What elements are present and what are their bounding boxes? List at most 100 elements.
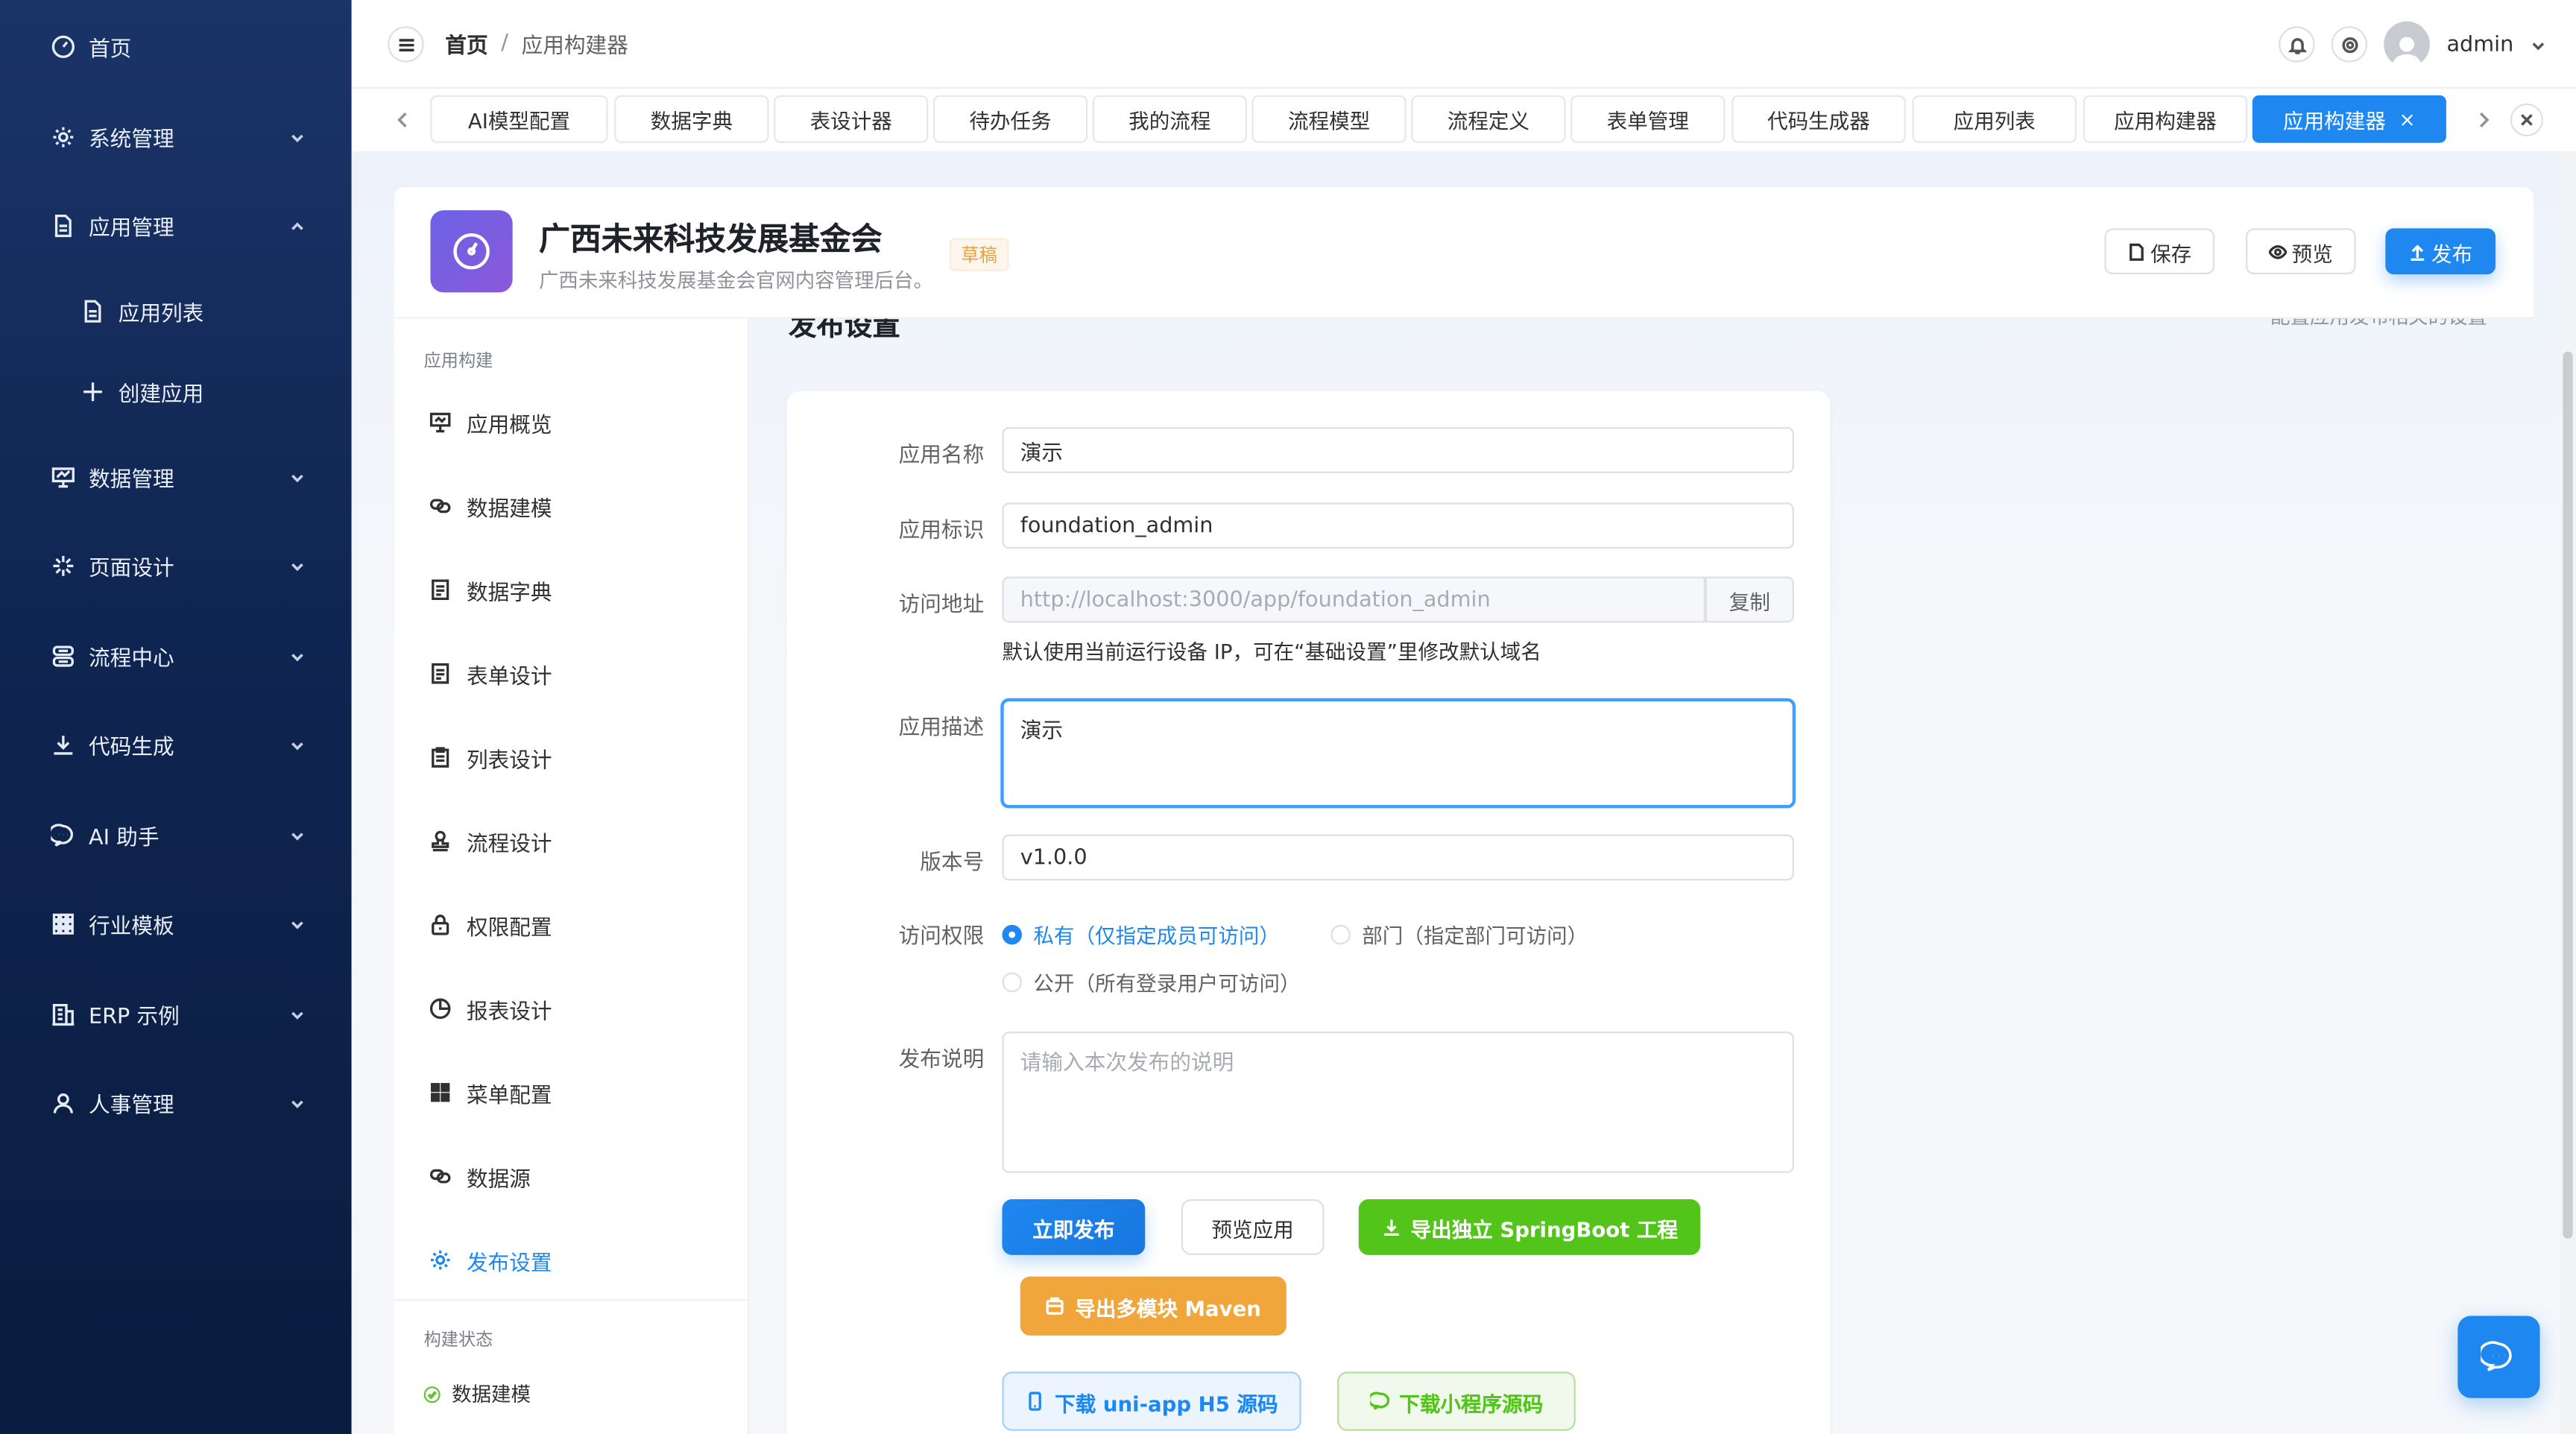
doc-list-icon: [427, 660, 453, 686]
sidebar-item-label: 应用管理: [89, 215, 174, 241]
notification-button[interactable]: [2279, 26, 2316, 63]
settings-button[interactable]: [2332, 26, 2368, 63]
access-permission-label: 访问权限: [898, 924, 985, 950]
sidebar-item-flow-center[interactable]: 流程中心: [0, 619, 352, 692]
tab-code-generator[interactable]: 代码生成器: [1731, 95, 1906, 143]
tab-scroll-left-button[interactable]: [389, 105, 415, 135]
builder-nav-label: 列表设计: [466, 748, 552, 774]
menu-toggle-button[interactable]: [388, 26, 424, 63]
radio-indicator: [1002, 923, 1022, 944]
tab-flow-definitions[interactable]: 流程定义: [1411, 95, 1566, 143]
package-icon: [1046, 1297, 1064, 1315]
sidebar-item-app-list[interactable]: 应用列表: [0, 274, 352, 347]
grid-icon: [49, 910, 75, 936]
builder-nav-list-design[interactable]: 列表设计: [427, 733, 552, 782]
breadcrumb-separator: /: [501, 31, 508, 56]
tab-form-management[interactable]: 表单管理: [1570, 95, 1726, 143]
version-label: 版本号: [920, 850, 985, 876]
sidebar-item-home[interactable]: 首页: [0, 10, 352, 82]
builder-nav-menu-config[interactable]: 菜单配置: [427, 1068, 552, 1117]
preview-app-button[interactable]: 预览应用: [1181, 1198, 1325, 1255]
export-maven-button[interactable]: 导出多模块 Maven: [1020, 1276, 1287, 1336]
tab-table-designer[interactable]: 表设计器: [774, 95, 929, 143]
sidebar-item-create-app[interactable]: 创建应用: [0, 355, 352, 427]
publish-now-button[interactable]: 立即发布: [1002, 1198, 1146, 1255]
app-root: 首页 系统管理 应用管理 应用列表 创建应用 数据管理 页面设计 流程中心 代码…: [0, 0, 2576, 1434]
access-radio-public[interactable]: 公开（所有登录用户可访问）: [1002, 966, 1301, 997]
breadcrumb-home[interactable]: 首页: [445, 28, 487, 59]
avatar[interactable]: [2384, 21, 2431, 68]
radio-label: 公开（所有登录用户可访问）: [1033, 970, 1301, 996]
tab-my-flows[interactable]: 我的流程: [1092, 95, 1247, 143]
builder-nav-data-dictionary[interactable]: 数据字典: [427, 565, 552, 614]
status-badge: 草稿: [949, 238, 1009, 271]
builder-nav-report-design[interactable]: 报表设计: [427, 984, 552, 1033]
builder-nav-flow-design[interactable]: 流程设计: [427, 816, 552, 865]
tab-app-builder[interactable]: 应用构建器: [2083, 95, 2248, 143]
tab-label: 表设计器: [809, 108, 892, 133]
chevron-down-icon[interactable]: [2530, 29, 2546, 60]
release-notes-textarea[interactable]: 请输入本次发布的说明: [1002, 1032, 1794, 1173]
save-button[interactable]: 保存: [2104, 228, 2215, 275]
chevron-right-icon: [2479, 112, 2490, 127]
close-all-tabs-button[interactable]: [2510, 103, 2543, 136]
app-header: 广西未来科技发展基金会 广西未来科技发展基金会官网内容管理后台。 草稿 保存 预…: [394, 187, 2534, 319]
sidebar-item-app-management[interactable]: 应用管理: [0, 189, 352, 261]
builder-nav-label: 权限配置: [466, 915, 552, 941]
download-icon: [49, 731, 75, 757]
tab-label: 应用列表: [1953, 108, 2036, 133]
builder-nav-publish-settings[interactable]: 发布设置: [427, 1235, 552, 1284]
username[interactable]: admin: [2446, 32, 2513, 57]
copy-url-button[interactable]: 复制: [1705, 576, 1794, 623]
app-code-input[interactable]: foundation_admin: [1002, 502, 1794, 549]
export-springboot-button[interactable]: 导出独立 SpringBoot 工程: [1358, 1198, 1701, 1255]
builder-nav-overview[interactable]: 应用概览: [427, 397, 552, 446]
building-icon: [49, 1000, 75, 1026]
sidebar-item-ai-assistant[interactable]: AI 助手: [0, 798, 352, 871]
link-icon: [427, 493, 453, 519]
tab-data-dictionary[interactable]: 数据字典: [614, 95, 769, 143]
sidebar-item-data[interactable]: 数据管理: [0, 440, 352, 513]
publish-button[interactable]: 发布: [2385, 228, 2496, 275]
version-input[interactable]: v1.0.0: [1002, 834, 1794, 881]
access-radio-department[interactable]: 部门（指定部门可访问）: [1330, 918, 1588, 950]
sidebar-item-codegen[interactable]: 代码生成: [0, 708, 352, 780]
preview-button[interactable]: 预览: [2246, 228, 2356, 275]
tab-app-builder-active[interactable]: 应用构建器 ×: [2252, 95, 2446, 143]
header-actions: admin: [2279, 21, 2547, 68]
builder-nav-data-source[interactable]: 数据源: [427, 1152, 531, 1201]
main-scrollbar[interactable]: [2559, 151, 2576, 1434]
tab-label: AI模型配置: [467, 108, 571, 133]
app-description-textarea[interactable]: 演示: [1002, 699, 1794, 807]
app-name-input[interactable]: 演示: [1002, 427, 1794, 473]
builder-nav-label: 表单设计: [466, 664, 552, 689]
builder-nav-label: 数据源: [466, 1167, 531, 1193]
spark-icon: [49, 552, 75, 578]
sidebar-item-label: 代码生成: [89, 735, 174, 760]
sidebar-item-page-design[interactable]: 页面设计: [0, 529, 352, 601]
sidebar-item-system[interactable]: 系统管理: [0, 100, 352, 172]
tab-todo-tasks[interactable]: 待办任务: [932, 95, 1088, 143]
app-code-label: 应用标识: [898, 519, 985, 544]
sidebar-item-label: 页面设计: [89, 556, 174, 581]
sidebar-item-hr[interactable]: 人事管理: [0, 1066, 352, 1138]
chevron-down-icon: [289, 1094, 306, 1111]
build-status-label: 构建状态: [423, 1330, 493, 1351]
builder-nav-form-design[interactable]: 表单设计: [427, 649, 552, 698]
tab-app-list[interactable]: 应用列表: [1912, 95, 2077, 143]
builder-nav-permissions[interactable]: 权限配置: [427, 900, 552, 950]
radio-label: 部门（指定部门可访问）: [1362, 923, 1588, 948]
download-h5-button[interactable]: 下载 uni-app H5 源码: [1002, 1371, 1301, 1431]
tab-flow-models[interactable]: 流程模型: [1251, 95, 1407, 143]
chat-assistant-button[interactable]: [2457, 1315, 2540, 1398]
tab-ai-model-config[interactable]: AI模型配置: [430, 95, 608, 143]
sidebar-item-industry-templates[interactable]: 行业模板: [0, 887, 352, 959]
scrollbar-thumb[interactable]: [2563, 351, 2573, 1239]
builder-nav-data-modeling[interactable]: 数据建模: [427, 481, 552, 531]
download-miniprogram-button[interactable]: 下载小程序源码: [1337, 1371, 1576, 1431]
tab-close-icon[interactable]: ×: [2399, 107, 2415, 130]
hamburger-icon: [398, 38, 414, 51]
tab-scroll-right-button[interactable]: [2471, 105, 2497, 135]
sidebar-item-erp-example[interactable]: ERP 示例: [0, 977, 352, 1049]
access-radio-private[interactable]: 私有（仅指定成员可访问）: [1002, 918, 1280, 950]
